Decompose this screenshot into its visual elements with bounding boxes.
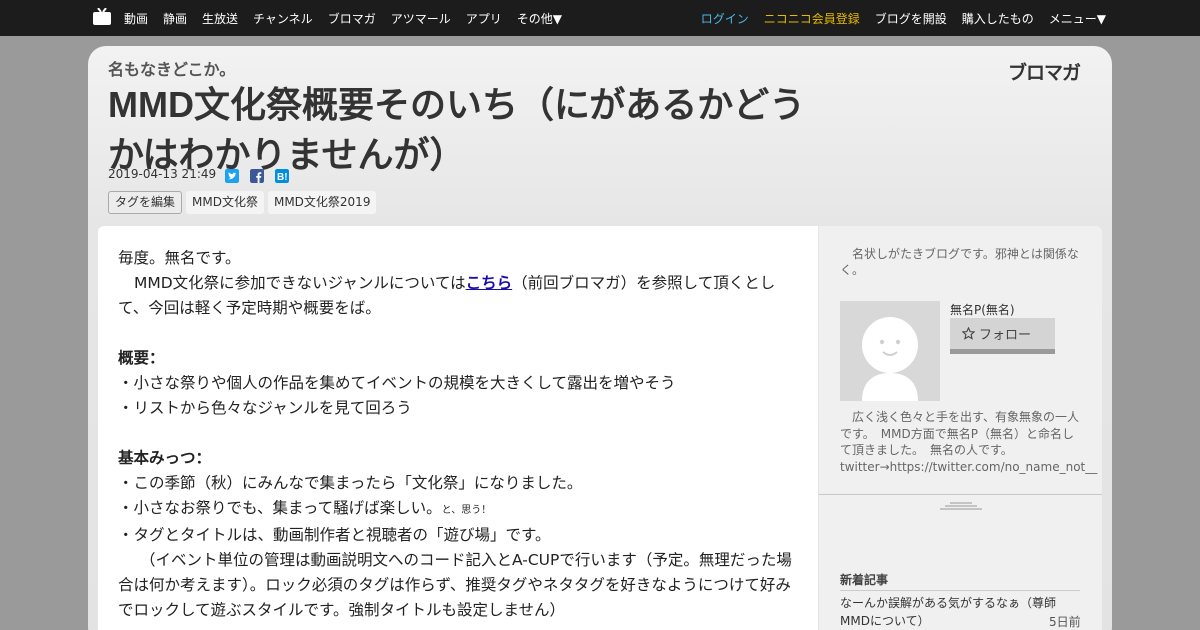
- login-link[interactable]: ログイン: [701, 10, 749, 27]
- profile-body: 広く浅く色々と手を出す、有象無象の一人です。 MMD方面で無名P（無名）と命名し…: [840, 410, 1098, 474]
- section-heading: 概要：: [118, 349, 165, 367]
- blog-description-text: 名状しがたきブログです。邪神とは関係なく。: [840, 247, 1079, 277]
- blog-name[interactable]: 名もなきどこか。: [108, 56, 235, 80]
- recent-posts-heading: 新着記事: [840, 571, 1080, 591]
- user-name[interactable]: 無名P(無名): [950, 301, 1015, 318]
- article-body: 毎度。無名です。 MMD文化祭に参加できないジャンルについてはこちら（前回ブロマ…: [98, 226, 818, 630]
- sidebar: 名状しがたきブログです。邪神とは関係なく。 無名P(無名) フォロー 広く浅く色…: [819, 226, 1102, 630]
- article-note: （イベント単位の管理は動画説明文へのコード記入とA-CUPで行います（予定。無理…: [118, 551, 792, 619]
- menu-dropdown[interactable]: メニュー▼: [1049, 10, 1106, 27]
- recent-post-link[interactable]: なーんか誤解がある気がするなぁ（尊師MMDについて）: [840, 594, 1080, 630]
- article-text: MMD文化祭に参加できないジャンルについてはこちら（前回ブロマガ）を参照して頂く…: [118, 271, 798, 321]
- list-item: ・小さな祭りや個人の作品を集めてイベントの規模を大きくして露出を増やそう: [118, 374, 676, 392]
- hatena-bookmark-icon[interactable]: B!: [275, 169, 289, 183]
- collapse-handle-icon[interactable]: [940, 502, 982, 510]
- profile-text: 広く浅く色々と手を出す、有象無象の一人です。 MMD方面で無名P（無名）と命名し…: [840, 409, 1097, 475]
- section-heading: 基本みっつ：: [118, 449, 212, 467]
- twitter-share-icon[interactable]: [225, 169, 239, 183]
- list-item: ・この季節（秋）にみんなで集まったら「文化祭」になりました。: [118, 474, 583, 492]
- article-title: MMD文化祭概要そのいち（にがあるかどうかはわかりませんが）: [108, 84, 806, 175]
- nav-item-live[interactable]: 生放送: [202, 10, 238, 27]
- follow-button[interactable]: フォロー: [950, 318, 1055, 354]
- tag-item[interactable]: MMD文化祭: [186, 191, 264, 214]
- nav-item-channel[interactable]: チャンネル: [253, 10, 313, 27]
- nav-item-more[interactable]: その他▼: [517, 10, 562, 27]
- register-link[interactable]: ニコニコ会員登録: [764, 10, 860, 27]
- svg-text:B!: B!: [277, 172, 288, 183]
- list-item: ・小さなお祭りでも、集まって騒げば楽しい。と、思う！: [118, 496, 798, 523]
- tag-item[interactable]: MMD文化祭2019: [267, 191, 377, 214]
- blog-description: 名状しがたきブログです。邪神とは関係なく。: [840, 246, 1084, 278]
- open-blog-link[interactable]: ブログを開設: [875, 10, 947, 27]
- blomaga-logo[interactable]: ブロマガ: [1008, 58, 1081, 85]
- global-navbar: 動画 静画 生放送 チャンネル ブロマガ アツマール アプリ その他▼ ログイン…: [0, 0, 1200, 36]
- nav-left: 動画 静画 生放送 チャンネル ブロマガ アツマール アプリ その他▼: [124, 0, 562, 36]
- nav-item-video[interactable]: 動画: [124, 10, 148, 27]
- list-item: ・タグとタイトルは、動画制作者と視聴者の「遊び場」です。: [118, 526, 551, 544]
- edit-tags-button[interactable]: タグを編集: [108, 191, 183, 214]
- article-text: 毎度。無名です。: [118, 249, 241, 267]
- nav-right: ログイン ニコニコ会員登録 ブログを開設 購入したもの メニュー▼: [701, 0, 1106, 36]
- nav-item-atsumaru[interactable]: アツマール: [391, 10, 451, 27]
- nav-item-seiga[interactable]: 静画: [163, 10, 187, 27]
- nav-item-blomaga[interactable]: ブロマガ: [328, 10, 376, 27]
- follow-label: フォロー: [979, 328, 1032, 343]
- facebook-share-icon[interactable]: [250, 169, 264, 183]
- recent-post-date: 5日前: [1049, 615, 1081, 629]
- niconico-tv-icon[interactable]: [92, 8, 112, 26]
- tag-list: タグを編集 MMD文化祭 MMD文化祭2019: [108, 191, 377, 214]
- previous-post-link[interactable]: こちら: [466, 274, 513, 292]
- aside-text: と、思う！: [441, 505, 492, 516]
- divider: [819, 494, 1102, 495]
- nav-item-apps[interactable]: アプリ: [466, 10, 502, 27]
- avatar[interactable]: [840, 301, 940, 401]
- list-item-text: ・小さなお祭りでも、集まって騒げば楽しい。: [118, 499, 442, 517]
- article-text: MMD文化祭に参加できないジャンルについては: [134, 274, 466, 292]
- star-icon: [962, 327, 975, 340]
- purchased-link[interactable]: 購入したもの: [962, 10, 1034, 27]
- list-item: ・リストから色々なジャンルを見て回ろう: [118, 399, 412, 417]
- article-date: 2019-04-13 21:49: [108, 167, 217, 181]
